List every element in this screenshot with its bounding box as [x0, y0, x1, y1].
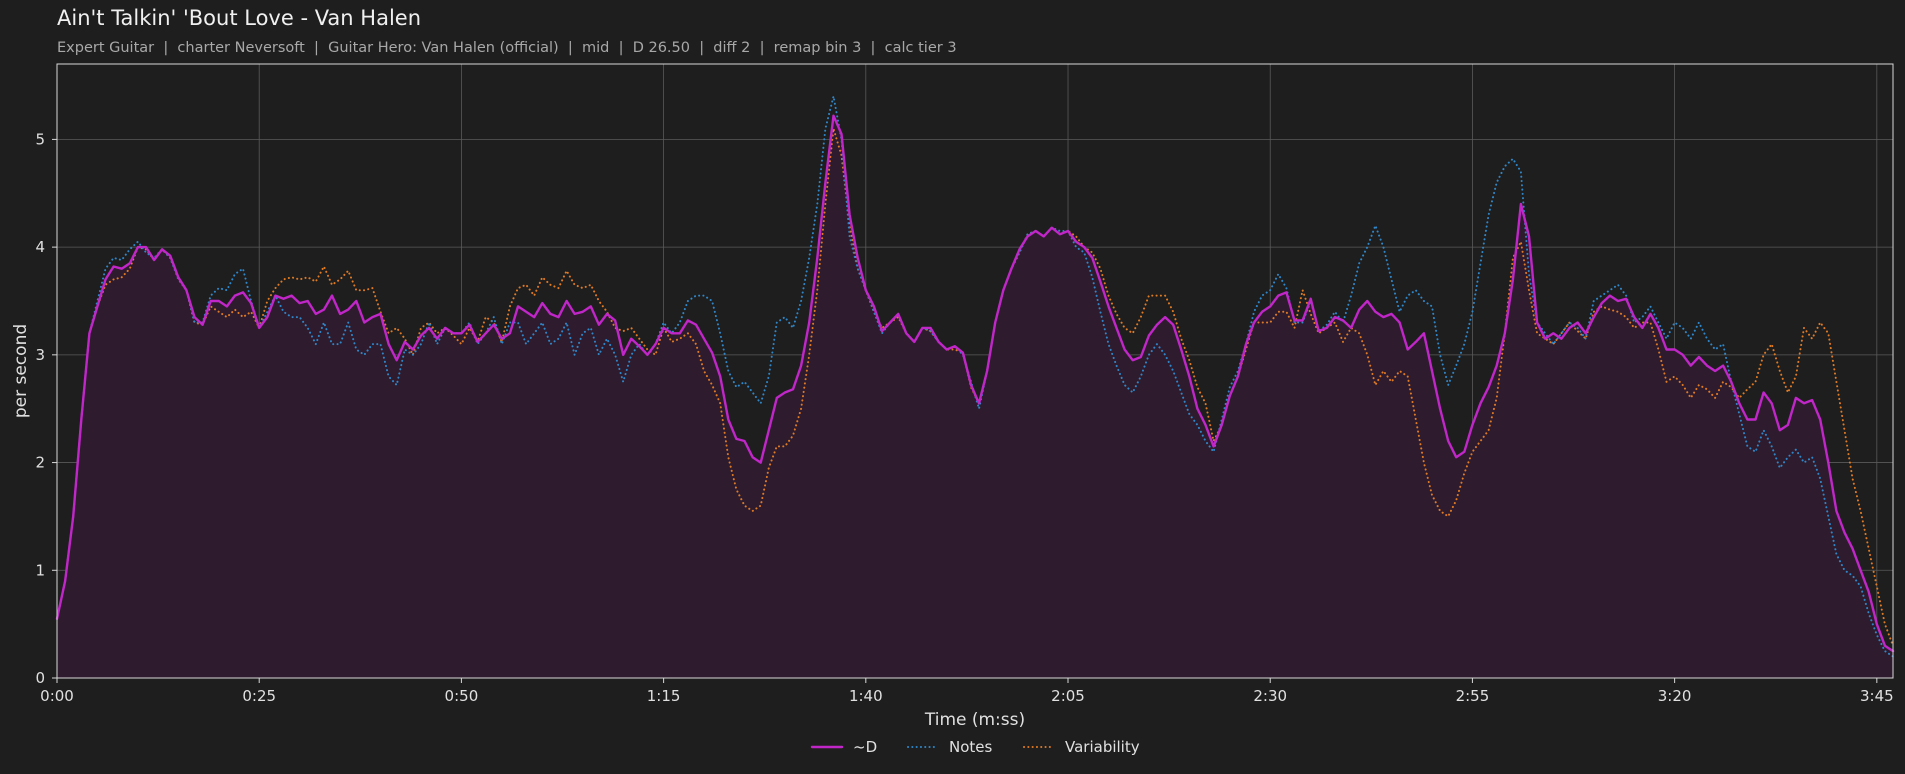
x-tick-label: 3:45	[1860, 687, 1894, 705]
x-tick-label: 2:55	[1456, 687, 1490, 705]
x-tick-label: 0:25	[242, 687, 276, 705]
legend-label-variability: Variability	[1065, 738, 1140, 756]
x-tick-label: 1:40	[849, 687, 883, 705]
line-chart: 0:00 0:25 0:50 1:15 1:40 2:05 2:30 2:55 3:20 3:45…	[11, 63, 1895, 756]
x-axis-label: Time (m:ss)	[924, 710, 1025, 730]
y-tick-label: 1	[35, 561, 45, 579]
y-tick-label: 5	[35, 130, 45, 148]
legend-label-notes: Notes	[949, 738, 993, 756]
y-tick-label: 4	[35, 238, 45, 256]
x-tick-label: 1:15	[647, 687, 681, 705]
y-tick-label: 2	[35, 454, 45, 472]
x-tick-label: 2:05	[1051, 687, 1085, 705]
x-tick-label: 2:30	[1253, 687, 1287, 705]
x-tick-label: 0:00	[40, 687, 74, 705]
y-axis-label: per second	[11, 324, 31, 418]
y-tick-label: 3	[35, 346, 45, 364]
x-tick-label: 3:20	[1658, 687, 1692, 705]
x-tick-label: 0:50	[445, 687, 479, 705]
legend-label-d: ~D	[853, 738, 877, 756]
legend: ~D Notes Variability	[810, 738, 1140, 756]
y-tick-label: 0	[35, 669, 45, 687]
